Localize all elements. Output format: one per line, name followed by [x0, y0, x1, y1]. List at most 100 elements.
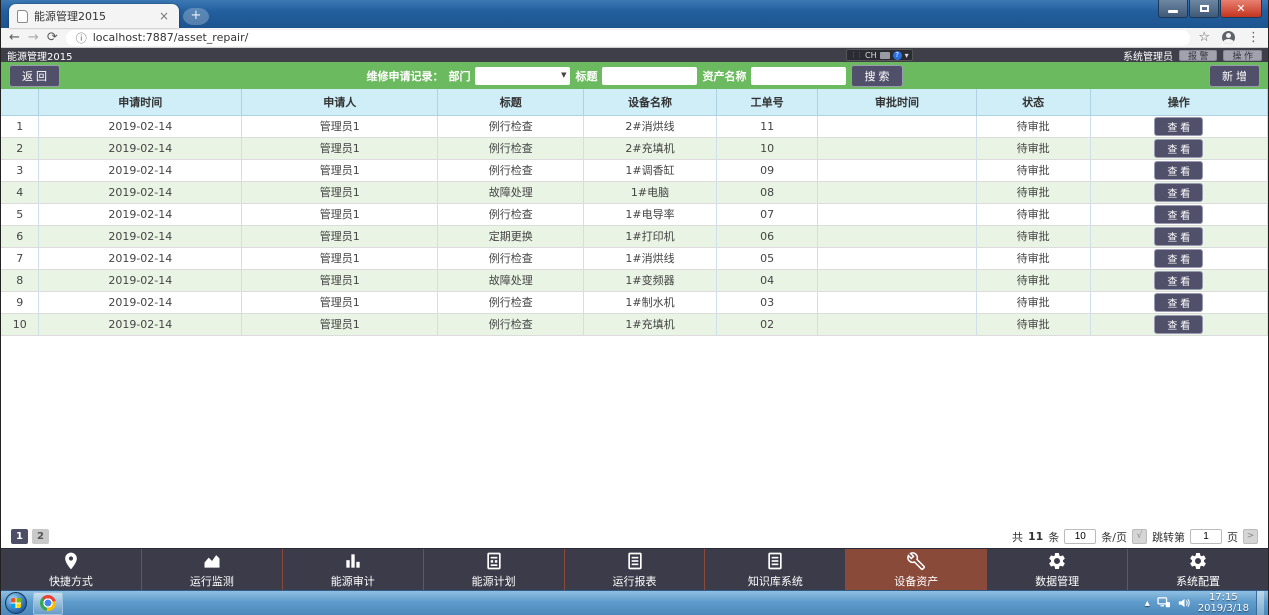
windows-logo-icon	[11, 598, 21, 608]
cell-title: 例行检查	[438, 203, 584, 225]
operate-button[interactable]: 操 作	[1223, 50, 1262, 61]
nav-item-monitoring[interactable]: 运行监测	[142, 549, 283, 590]
cell-approved	[818, 291, 976, 313]
speaker-icon[interactable]	[1178, 597, 1191, 609]
cell-order: 02	[717, 313, 818, 335]
ime-help-icon[interactable]: ?	[893, 51, 902, 60]
start-button[interactable]	[5, 592, 27, 614]
nav-label: 运行报表	[613, 573, 657, 589]
view-button[interactable]: 查 看	[1154, 315, 1203, 334]
total-count: 11	[1028, 530, 1043, 543]
nav-item-system-config[interactable]: 系统配置	[1128, 549, 1268, 590]
back-page-button[interactable]: 返 回	[9, 65, 60, 87]
network-icon[interactable]	[1157, 597, 1171, 609]
department-select[interactable]	[475, 67, 570, 85]
view-button[interactable]: 查 看	[1154, 205, 1203, 224]
keyboard-icon[interactable]	[880, 52, 890, 59]
title-input[interactable]	[602, 67, 697, 85]
cell-order: 05	[717, 247, 818, 269]
profile-avatar-icon[interactable]	[1222, 31, 1235, 44]
nav-label: 数据管理	[1035, 573, 1079, 589]
cell-approved	[818, 225, 976, 247]
filters: 维修申请记录： 部门 标题 资产名称 搜 索	[366, 65, 902, 87]
nav-item-energy-plan[interactable]: 能源计划	[424, 549, 565, 590]
bookmark-star-icon[interactable]: ☆	[1198, 31, 1210, 44]
taskbar-clock[interactable]: 17:15 2019/3/18	[1198, 592, 1249, 614]
cell-title: 故障处理	[438, 181, 584, 203]
cell-status: 待审批	[976, 159, 1090, 181]
taskbar-chrome-button[interactable]	[33, 592, 63, 615]
cell-status: 待审批	[976, 313, 1090, 335]
close-button[interactable]: ✕	[1220, 0, 1262, 18]
url-box[interactable]: ⓘ localhost:7887/asset_repair/	[66, 30, 1191, 46]
maximize-button[interactable]	[1189, 0, 1219, 18]
jump-go-button[interactable]: >	[1243, 529, 1258, 544]
page-button-1[interactable]: 1	[11, 529, 28, 544]
cell-date: 2019-02-14	[39, 181, 242, 203]
view-button[interactable]: 查 看	[1154, 183, 1203, 202]
view-button[interactable]: 查 看	[1154, 161, 1203, 180]
alarm-button[interactable]: 报 警	[1179, 50, 1218, 61]
nav-item-knowledge-base[interactable]: 知识库系统	[705, 549, 846, 590]
table-row: 12019-02-14管理员1例行检查2#消烘线11待审批查 看	[1, 115, 1268, 137]
nav-item-equipment-assets[interactable]: 设备资产	[846, 549, 987, 590]
total-prefix-label: 共	[1012, 529, 1023, 545]
nav-item-energy-audit[interactable]: 能源审计	[283, 549, 424, 590]
cell-approved	[818, 137, 976, 159]
ime-language-label[interactable]: CH	[865, 51, 877, 60]
view-button[interactable]: 查 看	[1154, 227, 1203, 246]
minimize-button[interactable]	[1158, 0, 1188, 18]
cell-order: 04	[717, 269, 818, 291]
add-button[interactable]: 新 增	[1209, 65, 1260, 87]
nav-label: 运行监测	[190, 573, 234, 589]
tray-expand-icon[interactable]: ▴	[1145, 598, 1150, 609]
nav-item-run-reports[interactable]: 运行报表	[565, 549, 706, 590]
back-icon[interactable]: ←	[9, 31, 20, 44]
cell-order: 08	[717, 181, 818, 203]
page-favicon-icon	[17, 10, 28, 23]
jump-page-input[interactable]	[1190, 529, 1222, 544]
user-role-label: 系统管理员	[1123, 48, 1173, 63]
ime-options-icon[interactable]: ▾	[905, 51, 909, 60]
view-button[interactable]: 查 看	[1154, 139, 1203, 158]
cell-device: 1#充填机	[584, 313, 717, 335]
address-bar-actions: ☆ ⋮	[1198, 31, 1260, 44]
site-info-icon[interactable]: ⓘ	[76, 30, 87, 46]
ime-language-bar[interactable]: ⋮⋮ CH ? ▾	[846, 49, 913, 61]
asset-name-input[interactable]	[751, 67, 846, 85]
table-row: 92019-02-14管理员1例行检查1#制水机03待审批查 看	[1, 291, 1268, 313]
cell-approved	[818, 159, 976, 181]
new-tab-button[interactable]: +	[183, 8, 209, 25]
cell-date: 2019-02-14	[39, 291, 242, 313]
browser-tab[interactable]: 能源管理2015 ×	[9, 4, 179, 28]
bottom-nav: 快捷方式 运行监测 能源审计 能源计划 运行报表 知识库系统 设备资产 数据管	[1, 548, 1268, 590]
search-button[interactable]: 搜 索	[851, 65, 902, 87]
col-device: 设备名称	[584, 89, 717, 115]
forward-icon[interactable]: →	[28, 31, 39, 44]
browser-menu-icon[interactable]: ⋮	[1247, 31, 1260, 44]
refresh-icon[interactable]: ⟳	[47, 31, 58, 44]
page-size-apply-button[interactable]: √	[1132, 529, 1147, 544]
row-index: 4	[1, 181, 39, 203]
view-button[interactable]: 查 看	[1154, 293, 1203, 312]
view-button[interactable]: 查 看	[1154, 117, 1203, 136]
nav-item-data-management[interactable]: 数据管理	[987, 549, 1128, 590]
show-desktop-button[interactable]	[1256, 591, 1264, 615]
cell-date: 2019-02-14	[39, 159, 242, 181]
total-suffix-label: 条	[1048, 529, 1059, 545]
cell-title: 例行检查	[438, 137, 584, 159]
tab-close-icon[interactable]: ×	[157, 9, 171, 23]
view-button[interactable]: 查 看	[1154, 271, 1203, 290]
url-text[interactable]: localhost:7887/asset_repair/	[93, 31, 249, 44]
cell-order: 10	[717, 137, 818, 159]
asset-name-label: 资产名称	[702, 68, 746, 84]
page-size-input[interactable]	[1064, 529, 1096, 544]
nav-item-shortcuts[interactable]: 快捷方式	[1, 549, 142, 590]
row-index: 10	[1, 313, 39, 335]
page-button-2[interactable]: 2	[32, 529, 49, 544]
cell-date: 2019-02-14	[39, 225, 242, 247]
col-apply-time: 申请时间	[39, 89, 242, 115]
view-button[interactable]: 查 看	[1154, 249, 1203, 268]
table-row: 102019-02-14管理员1例行检查1#充填机02待审批查 看	[1, 313, 1268, 335]
cell-approved	[818, 115, 976, 137]
